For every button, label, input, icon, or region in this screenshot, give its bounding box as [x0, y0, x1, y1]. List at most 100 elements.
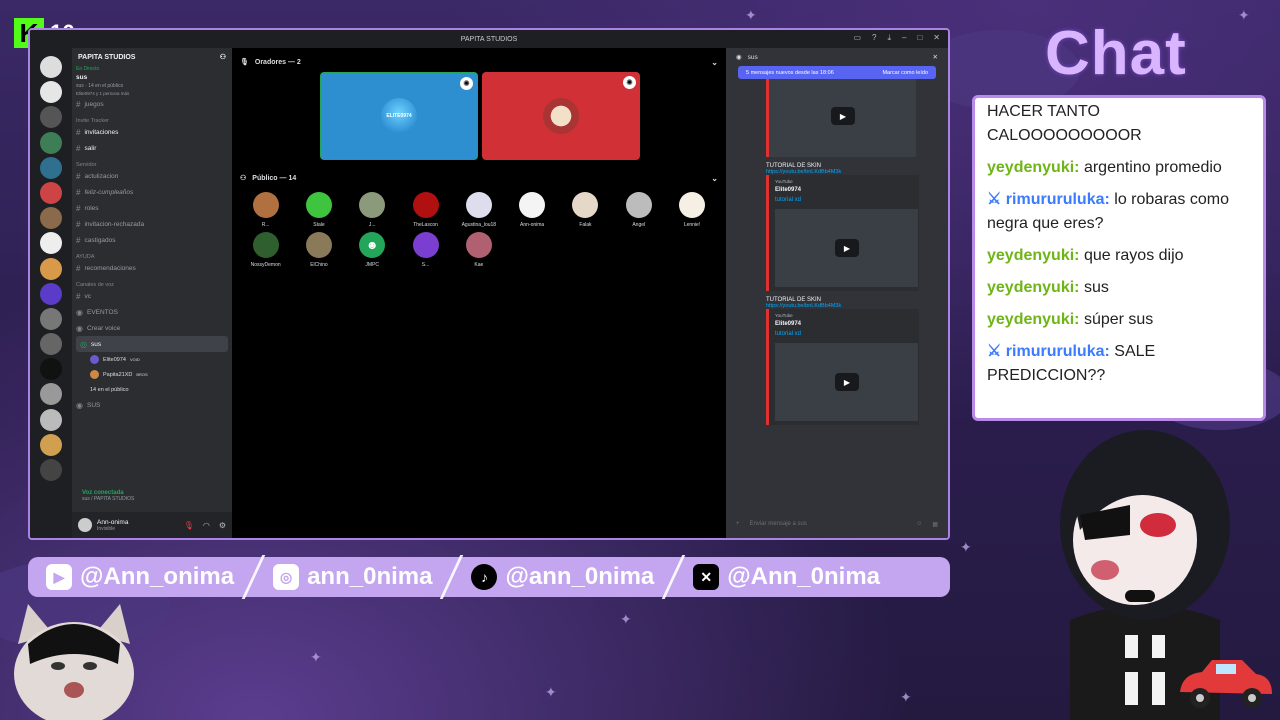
- server-icon[interactable]: [40, 207, 62, 230]
- server-icon[interactable]: [40, 459, 62, 481]
- settings-gear-icon[interactable]: ⚙: [219, 521, 226, 530]
- category-help[interactable]: AYUDA: [72, 248, 232, 260]
- inbox-icon[interactable]: ▭: [853, 33, 861, 43]
- avatar: [412, 232, 439, 258]
- channel-cumpleanos[interactable]: # feliz-cumpleaños: [72, 184, 232, 200]
- maximize-icon[interactable]: □: [917, 33, 922, 43]
- audience-member[interactable]: Lennie!: [665, 192, 718, 228]
- video-thumbnail[interactable]: ▶: [766, 79, 916, 157]
- title-bar: PAPITA STUDIOS ▭ ? ⤓ – □ ✕: [30, 30, 948, 48]
- audience-member[interactable]: Ann-onima: [505, 192, 558, 228]
- voice-channel-eventos[interactable]: ◉ EVENTOS: [72, 304, 232, 320]
- channel-recomendaciones[interactable]: # recomendaciones: [72, 260, 232, 276]
- mute-icon[interactable]: 🎙: [184, 521, 194, 530]
- emoji-icon[interactable]: ☺: [916, 521, 922, 527]
- mark-read-button[interactable]: Marcar como leído: [882, 70, 928, 76]
- speaker-avatar: [543, 98, 579, 134]
- channel-juegos[interactable]: # juegos: [72, 96, 232, 112]
- play-icon: ▶: [831, 107, 855, 125]
- server-icon[interactable]: [40, 383, 62, 406]
- stage-view: 🎙 Oradores — 2 ⌄ ELITE0974 ✺ ✺ ⚇ Público…: [232, 48, 726, 538]
- server-icon[interactable]: [40, 333, 62, 356]
- server-icon[interactable]: [40, 433, 62, 456]
- social-instagram: ◎ ann_0nima: [255, 563, 450, 591]
- audience-member[interactable]: NossyDemon: [239, 232, 292, 268]
- message-input[interactable]: + Enviar mensaje a sus ☺ ▦: [736, 516, 938, 532]
- server-icon[interactable]: [40, 282, 62, 305]
- audience-member[interactable]: Kae: [452, 232, 505, 268]
- avatar: [679, 192, 706, 218]
- server-icon[interactable]: [40, 232, 62, 255]
- category-server[interactable]: Servidor: [72, 156, 232, 168]
- star-decoration: ✦: [620, 612, 632, 628]
- channel-castigados[interactable]: # castigados: [72, 232, 232, 248]
- audience-member[interactable]: TheLascon: [399, 192, 452, 228]
- audience-member[interactable]: S...: [399, 232, 452, 268]
- audience-member[interactable]: ☻ JMPC: [346, 232, 399, 268]
- close-icon[interactable]: ✕: [933, 33, 940, 43]
- audience-member[interactable]: ElChino: [292, 232, 345, 268]
- avatar: [90, 370, 99, 379]
- stage-user[interactable]: Elite0974 VOID: [72, 352, 232, 367]
- channel-invitacion-rechazada[interactable]: # invitacion-rechazada: [72, 216, 232, 232]
- voice-channel-vc[interactable]: # vc: [72, 288, 232, 304]
- channel-sus-caps[interactable]: ◉ SUS: [72, 397, 232, 413]
- server-icon[interactable]: [40, 106, 62, 129]
- download-icon[interactable]: ⤓: [887, 33, 891, 43]
- close-icon[interactable]: ✕: [933, 53, 938, 61]
- star-decoration: ✦: [745, 8, 757, 24]
- speakers-header[interactable]: 🎙 Oradores — 2 ⌄: [232, 54, 726, 70]
- server-icon[interactable]: [40, 257, 62, 280]
- add-member-icon[interactable]: ⚇: [220, 53, 226, 61]
- audience-member[interactable]: Angel: [612, 192, 665, 228]
- audience-member[interactable]: Agustina_lou18: [452, 192, 505, 228]
- live-channel[interactable]: sus: [72, 74, 232, 81]
- avatar[interactable]: [78, 518, 92, 532]
- chat-message: ⚔ rimururuluka: SALE PREDICCION??: [987, 343, 1156, 384]
- chat-message: ⚔ rimururuluka: lo robaras como negra qu…: [987, 191, 1229, 232]
- avatar: [519, 192, 546, 218]
- category-invite[interactable]: Invite Tracker: [72, 112, 232, 124]
- video-thumbnail[interactable]: ▶: [775, 343, 918, 421]
- server-icon[interactable]: [40, 131, 62, 154]
- new-messages-bar[interactable]: 5 mensajes nuevos desde las 18:06 Marcar…: [738, 66, 936, 79]
- plus-icon[interactable]: +: [736, 521, 740, 527]
- audience-member[interactable]: J...: [346, 192, 399, 228]
- channel-invitaciones[interactable]: # invitaciones: [72, 124, 232, 140]
- speaker-icon: ◉: [76, 400, 83, 410]
- audience-member[interactable]: R...: [239, 192, 292, 228]
- stage-user[interactable]: Papita21XD BROS: [72, 367, 232, 382]
- chevron-down-icon[interactable]: ⌄: [711, 58, 718, 67]
- headphones-icon[interactable]: ◠: [203, 521, 210, 530]
- server-icon[interactable]: [40, 81, 62, 104]
- server-icon[interactable]: [40, 307, 62, 330]
- audience-member[interactable]: Stale: [292, 192, 345, 228]
- apps-icon[interactable]: ▦: [932, 521, 938, 528]
- stage-moderator-icon: ✺: [623, 76, 636, 89]
- chevron-down-icon[interactable]: ⌄: [711, 174, 718, 183]
- audience-header[interactable]: ⚇ Público — 14 ⌄: [232, 170, 726, 186]
- channel-salir[interactable]: # salir: [72, 140, 232, 156]
- minimize-icon[interactable]: –: [902, 33, 906, 43]
- server-icon[interactable]: [40, 156, 62, 179]
- server-icon[interactable]: [40, 358, 62, 381]
- server-icon[interactable]: [40, 181, 62, 204]
- help-icon[interactable]: ?: [872, 33, 876, 43]
- category-voice[interactable]: Canales de voz: [72, 276, 232, 288]
- video-thumbnail[interactable]: ▶: [775, 209, 918, 287]
- channel-roles[interactable]: # roles: [72, 200, 232, 216]
- avatar: [412, 192, 439, 218]
- audience-member[interactable]: Falak: [559, 192, 612, 228]
- server-icon[interactable]: [40, 56, 62, 78]
- guild-header[interactable]: PAPITA STUDIOS ⚇: [72, 48, 232, 66]
- voice-channel-crear[interactable]: ◉ Crear voice: [72, 320, 232, 336]
- discord-window: PAPITA STUDIOS ▭ ? ⤓ – □ ✕ PAPITA STUDIO…: [28, 28, 950, 540]
- youtube-embed: YouTube Elite0974 tutorial xd ▶: [766, 309, 919, 425]
- speaker-tile[interactable]: ✺: [482, 72, 640, 160]
- speaker-tile[interactable]: ELITE0974 ✺: [320, 72, 478, 160]
- stage-channel-sus[interactable]: ◎ sus: [76, 336, 228, 352]
- channel-actulizacion[interactable]: # actulizacion: [72, 168, 232, 184]
- stage-audience-count: 14 en el público: [90, 386, 129, 393]
- server-icon[interactable]: [40, 408, 62, 431]
- avatar: [572, 192, 599, 218]
